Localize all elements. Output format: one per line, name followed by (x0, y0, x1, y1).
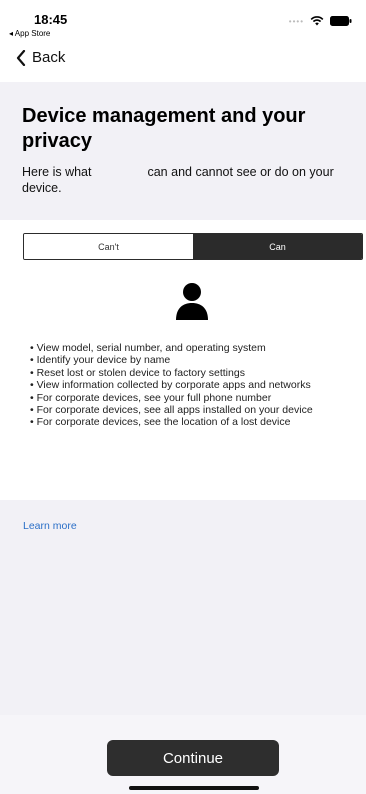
list-item: For corporate devices, see the location … (30, 416, 360, 428)
learn-more-link[interactable]: Learn more (23, 520, 77, 532)
header-section: Device management and your privacy Here … (0, 84, 366, 196)
cant-can-segmented-control: Can't Can (23, 233, 363, 260)
signal-dots-icon: •••• (288, 16, 304, 26)
battery-icon (330, 16, 352, 26)
can-list: View model, serial number, and operating… (30, 342, 360, 429)
continue-button[interactable]: Continue (107, 740, 279, 776)
list-item: Identify your device by name (30, 354, 360, 366)
status-time: 18:45 (34, 12, 68, 27)
page-title: Device management and your privacy (22, 105, 306, 152)
home-indicator (129, 786, 259, 790)
person-icon (175, 282, 209, 320)
back-to-app-store-link[interactable]: ◂ App Store (9, 29, 50, 38)
list-item: Reset lost or stolen device to factory s… (30, 367, 360, 379)
wifi-icon (310, 16, 324, 26)
chevron-left-icon (16, 49, 26, 66)
intro-text: Here is what can and cannot see or do on … (22, 164, 344, 196)
list-item: For corporate devices, see all apps inst… (30, 404, 360, 416)
intro-text-start: Here is what (22, 165, 92, 179)
privacy-panel: Can't Can View model, serial number, and… (0, 220, 366, 500)
list-item: View model, serial number, and operating… (30, 342, 360, 354)
back-label: Back (32, 49, 66, 66)
tab-can[interactable]: Can (193, 234, 362, 259)
status-icons: •••• (289, 16, 352, 26)
list-item: For corporate devices, see your full pho… (30, 392, 360, 404)
tab-cant[interactable]: Can't (24, 234, 193, 259)
list-item: View information collected by corporate … (30, 379, 360, 391)
back-button[interactable]: Back (16, 49, 65, 66)
